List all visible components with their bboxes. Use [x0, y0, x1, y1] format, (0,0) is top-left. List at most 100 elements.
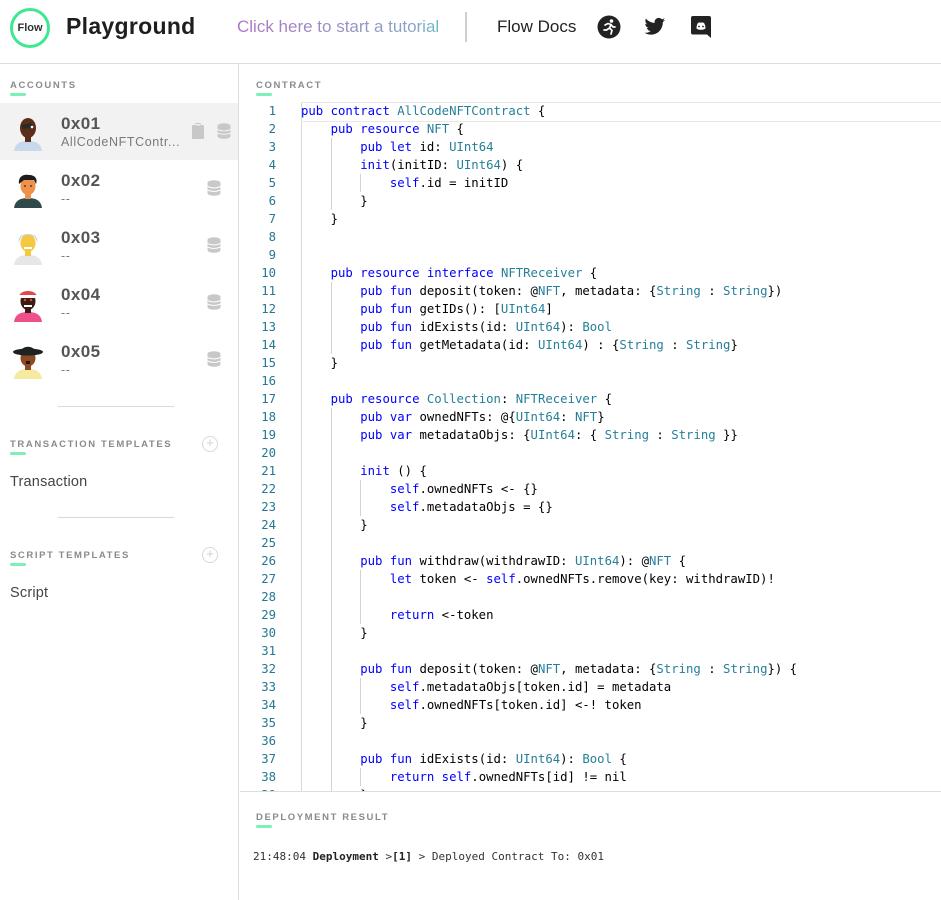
code-line[interactable]: 38 return self.ownedNFTs[id] != nil [240, 768, 941, 786]
code-line[interactable]: 34 self.ownedNFTs[token.id] <-! token [240, 696, 941, 714]
contract-label: CONTRACT [256, 80, 323, 91]
database-icon[interactable] [217, 123, 231, 139]
code-line[interactable]: 31 [240, 642, 941, 660]
code-line[interactable]: 6 } [240, 192, 941, 210]
code-line[interactable]: 5 self.id = initID [240, 174, 941, 192]
twitter-icon[interactable] [643, 15, 667, 39]
flow-docs-link[interactable]: Flow Docs [497, 17, 576, 37]
log-separator: > [378, 850, 393, 863]
database-icon[interactable] [207, 351, 221, 367]
code-line[interactable]: 16 [240, 372, 941, 390]
code-line[interactable]: 25 [240, 534, 941, 552]
line-number: 5 [268, 176, 276, 190]
line-number: 38 [261, 770, 276, 784]
line-number: 25 [261, 536, 276, 550]
account-item-0x04[interactable]: 0x04 -- [0, 274, 238, 331]
code-text: return self.ownedNFTs[id] != nil [389, 770, 627, 784]
add-script-template-button[interactable]: + [202, 547, 218, 563]
code-line[interactable]: 4 init(initID: UInt64) { [240, 156, 941, 174]
code-line[interactable]: 3 pub let id: UInt64 [240, 138, 941, 156]
code-text: } [301, 356, 339, 370]
log-entry: 21:48:04 Deployment >[1] > Deployed Cont… [253, 850, 604, 863]
code-line[interactable]: 32 pub fun deposit(token: @NFT, metadata… [240, 660, 941, 678]
code-line[interactable]: 28 [240, 588, 941, 606]
code-line[interactable]: 19 pub var metadataObjs: {UInt64: { Stri… [240, 426, 941, 444]
code-line[interactable]: 11 pub fun deposit(token: @NFT, metadata… [240, 282, 941, 300]
database-icon[interactable] [207, 237, 221, 253]
account-address: 0x03 [61, 228, 101, 247]
contract-underline [256, 93, 272, 96]
line-number: 13 [261, 320, 276, 334]
code-line[interactable]: 9 [240, 246, 941, 264]
code-line[interactable]: 13 pub fun idExists(id: UInt64): Bool [240, 318, 941, 336]
script-template-item[interactable]: Script [10, 585, 48, 601]
code-line[interactable]: 17 pub resource Collection: NFTReceiver … [240, 390, 941, 408]
code-text: } [301, 212, 339, 226]
code-line[interactable]: 35 } [240, 714, 941, 732]
transaction-template-item[interactable]: Transaction [10, 474, 87, 490]
flow-logo[interactable]: Flow [10, 8, 50, 48]
code-line[interactable]: 18 pub var ownedNFTs: @{UInt64: NFT} [240, 408, 941, 426]
clipboard-icon[interactable] [191, 123, 205, 139]
line-number: 3 [268, 140, 276, 154]
add-transaction-template-button[interactable]: + [202, 436, 218, 452]
code-line[interactable]: 15 } [240, 354, 941, 372]
code-line[interactable]: 37 pub fun idExists(id: UInt64): Bool { [240, 750, 941, 768]
code-line[interactable]: 1 pub contract AllCodeNFTContract { [240, 102, 941, 122]
account-item-0x02[interactable]: 0x02 -- [0, 160, 238, 217]
code-editor[interactable]: 1 pub contract AllCodeNFTContract {2 pub … [240, 102, 941, 791]
line-number: 18 [261, 410, 276, 424]
logo-text: Flow [17, 22, 43, 34]
account-item-0x03[interactable]: 0x03 -- [0, 217, 238, 274]
database-icon[interactable] [207, 180, 221, 196]
code-text: self.id = initID [389, 176, 509, 190]
code-line[interactable]: 33 self.metadataObjs[token.id] = metadat… [240, 678, 941, 696]
code-line[interactable]: 23 self.metadataObjs = {} [240, 498, 941, 516]
discord-icon[interactable] [689, 15, 713, 39]
code-line[interactable]: 26 pub fun withdraw(withdrawID: UInt64):… [240, 552, 941, 570]
line-number: 16 [261, 374, 276, 388]
avatar [14, 118, 42, 151]
tutorial-link[interactable]: Click here to start a tutorial [237, 17, 439, 37]
code-line[interactable]: 24 } [240, 516, 941, 534]
code-line[interactable]: 8 [240, 228, 941, 246]
code-text: pub var metadataObjs: {UInt64: { String … [360, 428, 738, 442]
line-number: 2 [268, 122, 276, 136]
code-line[interactable]: 27 let token <- self.ownedNFTs.remove(ke… [240, 570, 941, 588]
section-divider [58, 406, 174, 407]
line-number: 31 [261, 644, 276, 658]
code-text: pub fun idExists(id: UInt64): Bool { [360, 752, 627, 766]
code-line[interactable]: 29 return <-token [240, 606, 941, 624]
code-line[interactable]: 30 } [240, 624, 941, 642]
code-line[interactable]: 12 pub fun getIDs(): [UInt64] [240, 300, 941, 318]
code-line[interactable]: 22 self.ownedNFTs <- {} [240, 480, 941, 498]
code-line[interactable]: 20 [240, 444, 941, 462]
line-number: 20 [261, 446, 276, 460]
database-icon[interactable] [207, 294, 221, 310]
account-item-0x05[interactable]: 0x05 -- [0, 331, 238, 388]
account-address: 0x02 [61, 171, 101, 190]
code-line[interactable]: 14 pub fun getMetadata(id: UInt64) : {St… [240, 336, 941, 354]
accounts-label: ACCOUNTS [10, 80, 77, 91]
code-line[interactable]: 7 } [240, 210, 941, 228]
code-text: } [301, 626, 368, 640]
code-line[interactable]: 21 init () { [240, 462, 941, 480]
section-divider [58, 517, 174, 518]
avatar [14, 174, 42, 208]
code-text: self.metadataObjs[token.id] = metadata [389, 680, 672, 694]
line-number: 28 [261, 590, 276, 604]
line-number: 8 [268, 230, 276, 244]
script-templates-label: SCRIPT TEMPLATES [10, 550, 130, 561]
indent-guide [330, 534, 332, 552]
code-line[interactable]: 36 [240, 732, 941, 750]
code-line[interactable]: 2 pub resource NFT { [240, 120, 941, 138]
avatar [14, 291, 42, 322]
line-number: 6 [268, 194, 276, 208]
line-number: 34 [261, 698, 276, 712]
code-text: pub resource interface NFTReceiver { [330, 266, 598, 280]
flow-runner-icon[interactable] [597, 15, 621, 39]
log-index: [1] [392, 850, 412, 863]
code-line[interactable]: 10 pub resource interface NFTReceiver { [240, 264, 941, 282]
code-text: pub fun getIDs(): [UInt64] [360, 302, 553, 316]
account-item-0x01[interactable]: 0x01 AllCodeNFTContr... [0, 103, 238, 160]
